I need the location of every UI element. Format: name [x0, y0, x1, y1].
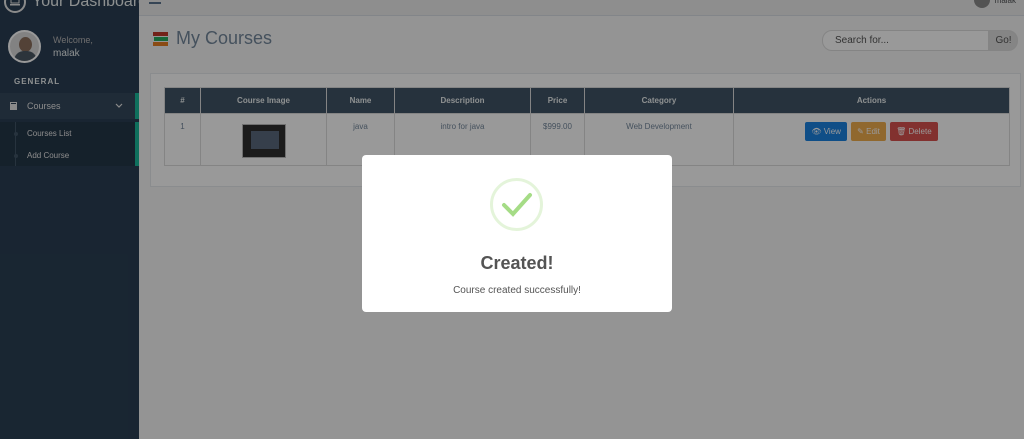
success-modal: Created! Course created successfully! — [362, 155, 672, 312]
checkmark-icon — [490, 178, 543, 231]
modal-title: Created! — [480, 253, 554, 273]
modal-text: Course created successfully! — [453, 285, 581, 296]
